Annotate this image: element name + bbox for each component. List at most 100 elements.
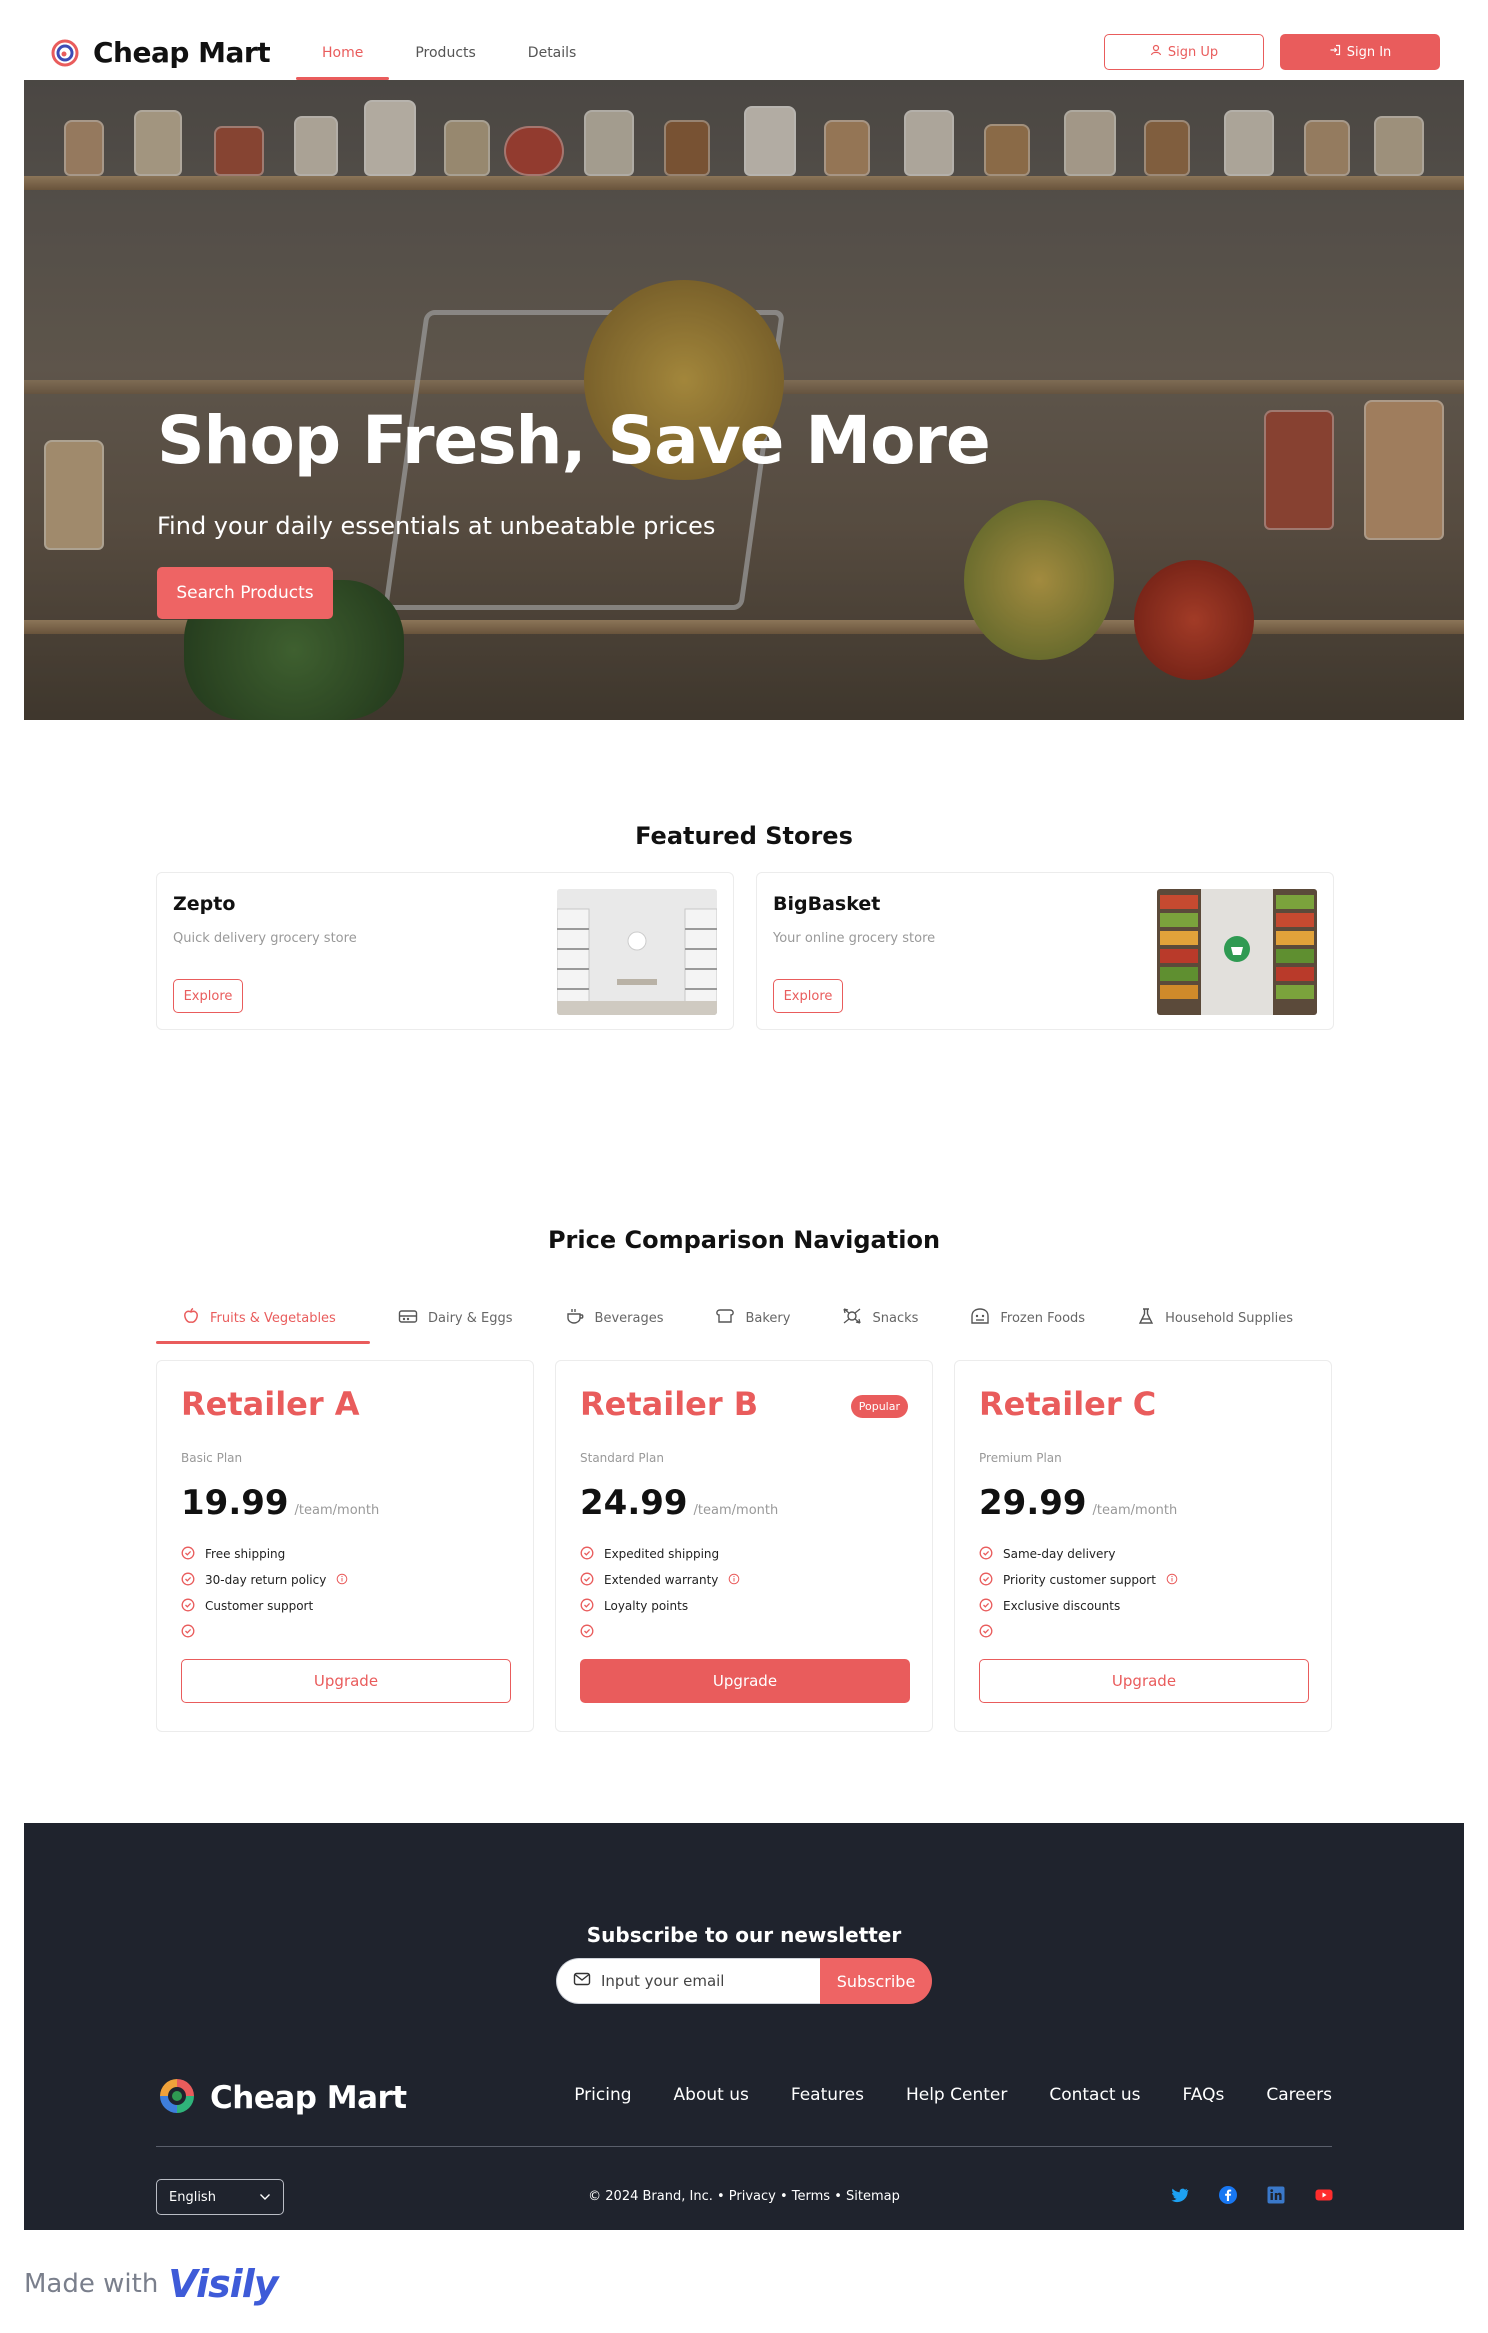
hero-subtitle: Find your daily essentials at unbeatable… xyxy=(157,512,716,540)
subscribe-button[interactable]: Subscribe xyxy=(820,1958,932,2004)
check-circle-icon xyxy=(580,1598,594,1615)
page: Cheap Mart Home Products Details Sign Up… xyxy=(24,26,1464,2230)
feature-text: 30-day return policy xyxy=(205,1573,327,1587)
check-circle-icon xyxy=(580,1624,594,1641)
email-input[interactable]: Input your email xyxy=(556,1958,820,2004)
tab-household-supplies[interactable]: Household Supplies xyxy=(1137,1292,1293,1344)
pricing-card: Retailer A Basic Plan 19.99 /team/month … xyxy=(156,1360,534,1732)
tab-label: Beverages xyxy=(594,1310,664,1326)
tab-beverages[interactable]: Beverages xyxy=(565,1292,664,1344)
price-period: /team/month xyxy=(294,1503,380,1518)
check-circle-icon xyxy=(181,1598,195,1615)
candy-icon xyxy=(842,1307,862,1329)
mail-icon xyxy=(573,1971,591,1991)
footer-link-features[interactable]: Features xyxy=(791,2085,864,2105)
retailer-name: Retailer A xyxy=(181,1385,360,1423)
feature-item: Priority customer support xyxy=(979,1567,1178,1593)
tab-label: Dairy & Eggs xyxy=(428,1310,513,1326)
tab-dairy-eggs[interactable]: Dairy & Eggs xyxy=(398,1292,513,1344)
login-icon xyxy=(1329,44,1341,60)
info-icon[interactable] xyxy=(1166,1573,1178,1588)
newsletter-form: Input your email Subscribe xyxy=(556,1958,932,2004)
tab-fruits-vegetables[interactable]: Fruits & Vegetables xyxy=(156,1292,370,1344)
tab-frozen-foods[interactable]: Frozen Foods xyxy=(970,1292,1085,1344)
check-circle-icon xyxy=(181,1546,195,1563)
upgrade-button[interactable]: Upgrade xyxy=(979,1659,1309,1703)
feature-text: Free shipping xyxy=(205,1547,286,1561)
footer-divider xyxy=(156,2146,1332,2147)
explore-button[interactable]: Explore xyxy=(773,979,843,1013)
store-image xyxy=(557,889,717,1015)
tab-label: Frozen Foods xyxy=(1000,1310,1086,1326)
twitter-icon[interactable] xyxy=(1170,2185,1190,2205)
feature-list: Same-day delivery Priority customer supp… xyxy=(979,1541,1178,1645)
fridge-icon xyxy=(398,1307,418,1329)
youtube-icon[interactable] xyxy=(1314,2185,1334,2205)
feature-item xyxy=(580,1619,740,1645)
sign-up-label: Sign Up xyxy=(1167,44,1219,60)
explore-button[interactable]: Explore xyxy=(173,979,243,1013)
tab-bakery[interactable]: Bakery xyxy=(715,1292,790,1344)
email-placeholder: Input your email xyxy=(601,1972,725,1990)
tab-snacks[interactable]: Snacks xyxy=(842,1292,918,1344)
flask-icon xyxy=(1137,1307,1155,1329)
store-name: BigBasket xyxy=(773,893,881,915)
feature-item: Same-day delivery xyxy=(979,1541,1178,1567)
feature-text: Expedited shipping xyxy=(604,1547,720,1561)
footer-brand-name: Cheap Mart xyxy=(210,2080,407,2116)
feature-text: Extended warranty xyxy=(604,1573,719,1587)
upgrade-button[interactable]: Upgrade xyxy=(181,1659,511,1703)
price-value: 29.99 xyxy=(979,1483,1087,1523)
upgrade-button[interactable]: Upgrade xyxy=(580,1659,910,1703)
linkedin-icon[interactable] xyxy=(1266,2185,1286,2205)
check-circle-icon xyxy=(979,1624,993,1641)
footer-links: Pricing About us Features Help Center Co… xyxy=(574,2085,1332,2105)
price-value: 24.99 xyxy=(580,1483,688,1523)
feature-item: 30-day return policy xyxy=(181,1567,348,1593)
store-image xyxy=(1157,889,1317,1015)
tab-label: Snacks xyxy=(872,1310,919,1326)
retailer-name: Retailer C xyxy=(979,1385,1157,1423)
sign-in-label: Sign In xyxy=(1346,44,1392,60)
bread-icon xyxy=(715,1307,735,1329)
made-with-label: Made with xyxy=(24,2269,159,2299)
info-icon[interactable] xyxy=(728,1573,740,1588)
footer-link-careers[interactable]: Careers xyxy=(1266,2085,1332,2105)
plan-tier: Premium Plan xyxy=(979,1451,1062,1465)
price-value: 19.99 xyxy=(181,1483,289,1523)
footer-link-pricing[interactable]: Pricing xyxy=(574,2085,631,2105)
nav-details[interactable]: Details xyxy=(502,26,603,80)
brand-name: Cheap Mart xyxy=(93,36,271,69)
logo-icon xyxy=(51,39,79,67)
newsletter-title: Subscribe to our newsletter xyxy=(586,1923,902,1947)
store-card: Zepto Quick delivery grocery store Explo… xyxy=(156,872,734,1030)
top-header: Cheap Mart Home Products Details Sign Up… xyxy=(24,26,1464,80)
plan-price: 24.99 /team/month xyxy=(580,1483,778,1523)
footer-link-about-us[interactable]: About us xyxy=(674,2085,749,2105)
category-tabs: Fruits & Vegetables Dairy & Eggs Beverag… xyxy=(156,1292,1332,1344)
sign-in-button[interactable]: Sign In xyxy=(1280,34,1440,70)
feature-item: Customer support xyxy=(181,1593,348,1619)
brand-logo[interactable]: Cheap Mart xyxy=(51,36,271,69)
check-circle-icon xyxy=(979,1546,993,1563)
feature-text: Loyalty points xyxy=(604,1599,689,1613)
sign-up-button[interactable]: Sign Up xyxy=(1104,34,1264,70)
popular-badge: Popular xyxy=(850,1395,908,1418)
made-with-badge[interactable]: Made with Visily xyxy=(24,2262,279,2306)
search-products-button[interactable]: Search Products xyxy=(157,567,333,619)
info-icon[interactable] xyxy=(336,1573,348,1588)
nav-home[interactable]: Home xyxy=(296,26,390,80)
pricing-card: Retailer C Premium Plan 29.99 /team/mont… xyxy=(954,1360,1332,1732)
footer-link-faqs[interactable]: FAQs xyxy=(1183,2085,1225,2105)
tab-label: Household Supplies xyxy=(1165,1310,1293,1326)
feature-text: Exclusive discounts xyxy=(1003,1599,1121,1613)
facebook-icon[interactable] xyxy=(1218,2185,1238,2205)
store-name: Zepto xyxy=(173,893,236,915)
feature-text: Priority customer support xyxy=(1003,1573,1156,1587)
footer-link-help-center[interactable]: Help Center xyxy=(906,2085,1007,2105)
tab-label: Bakery xyxy=(745,1310,791,1326)
footer-logo[interactable]: Cheap Mart xyxy=(156,2075,407,2121)
nav-products[interactable]: Products xyxy=(389,26,501,80)
footer-link-contact-us[interactable]: Contact us xyxy=(1049,2085,1140,2105)
feature-item: Exclusive discounts xyxy=(979,1593,1178,1619)
